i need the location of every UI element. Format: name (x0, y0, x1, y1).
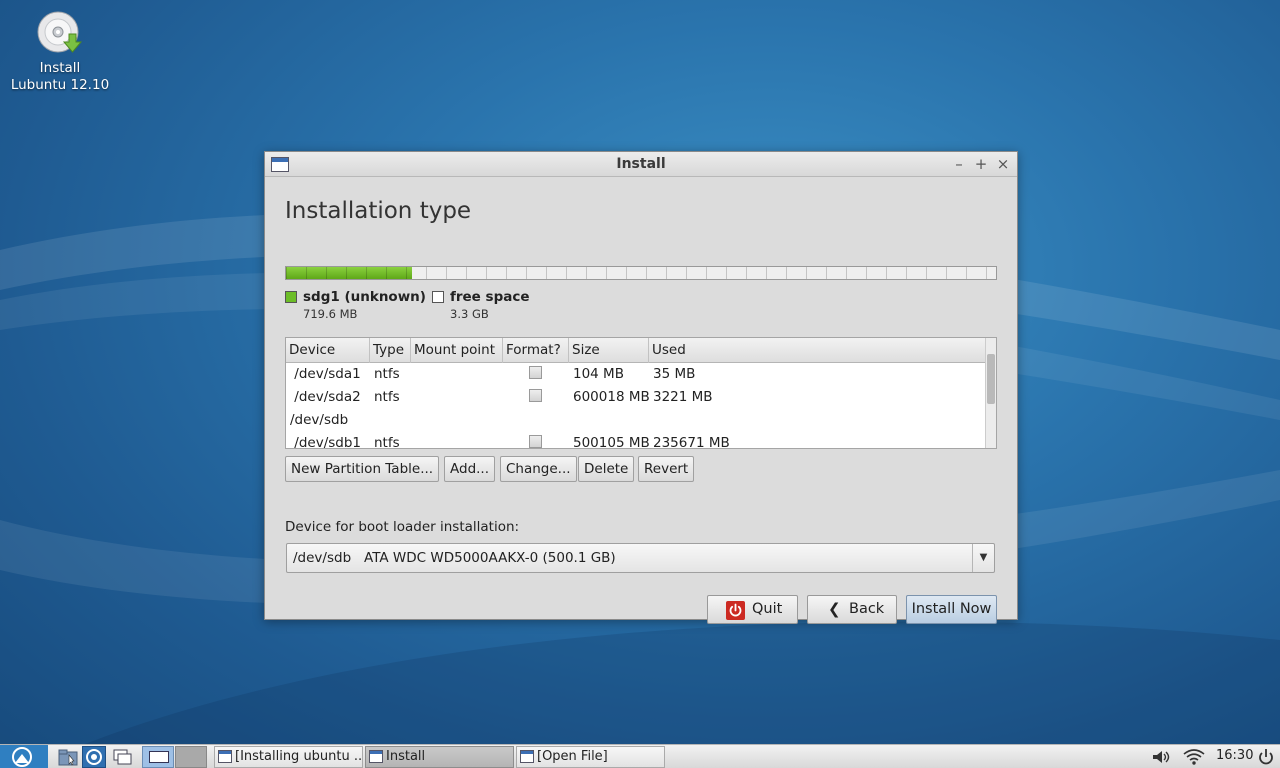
cell-type: ntfs (374, 389, 400, 405)
window-content: Installation type sdg1 (unknown) 719.6 M… (285, 177, 997, 624)
minimize-button[interactable]: – (950, 155, 968, 173)
file-manager-launcher[interactable] (56, 746, 80, 768)
cell-device: /dev/sdb1 (290, 435, 362, 449)
cell-device: /dev/sda1 (290, 366, 361, 382)
scrollbar-thumb[interactable] (987, 354, 995, 404)
task-window-icon (218, 750, 232, 763)
cell-size: 500105 MB (573, 435, 650, 449)
folder-icon (58, 749, 78, 766)
show-desktop-button[interactable] (110, 746, 134, 768)
column-header-device[interactable]: Device (286, 338, 370, 363)
cell-size: 600018 MB (573, 389, 650, 405)
revert-button[interactable]: Revert (638, 456, 695, 482)
wifi-icon[interactable] (1182, 746, 1206, 768)
chevron-left-icon: ❮ (828, 600, 841, 618)
column-header-format[interactable]: Format? (503, 338, 569, 363)
delete-partition-button[interactable]: Delete (578, 456, 635, 482)
workspace-2[interactable] (175, 746, 207, 768)
cell-used: 235671 MB (653, 435, 730, 449)
format-checkbox[interactable] (529, 435, 542, 448)
workspace-window-thumbnail (149, 751, 169, 763)
task-label: [Open File] (537, 749, 608, 764)
table-row[interactable]: /dev/sda1 ntfs 104 MB 35 MB (286, 363, 986, 386)
task-window-icon (369, 750, 383, 763)
back-button[interactable]: ❮ Back (807, 595, 897, 624)
legend-name: free space (450, 289, 530, 305)
boot-loader-select[interactable]: /dev/sdb ATA WDC WD5000AAKX-0 (500.1 GB)… (286, 543, 995, 573)
cell-type: ntfs (374, 435, 400, 449)
task-installing-ubuntu[interactable]: [Installing ubuntu ... (214, 746, 363, 768)
column-header-mount-point[interactable]: Mount point (411, 338, 503, 363)
boot-loader-label: Device for boot loader installation: (285, 519, 520, 535)
install-now-button[interactable]: Install Now (906, 595, 997, 624)
format-checkbox[interactable] (529, 366, 542, 379)
quit-label: Quit (752, 601, 783, 617)
desktop-icon-label-line2: Lubuntu 12.10 (10, 77, 110, 93)
column-header-type[interactable]: Type (370, 338, 411, 363)
table-scrollbar[interactable] (985, 338, 996, 448)
taskbar: [Installing ubuntu ... Install [Open Fil… (0, 744, 1280, 768)
close-button[interactable]: × (994, 155, 1012, 173)
table-row[interactable]: /dev/sdb (286, 409, 986, 432)
lubuntu-logo-icon (12, 747, 32, 767)
cell-used: 3221 MB (653, 389, 713, 405)
power-menu-icon[interactable] (1256, 746, 1276, 768)
cell-device: /dev/sdb (290, 412, 349, 428)
table-header: Device Type Mount point Format? Size Use… (286, 338, 986, 363)
cd-install-icon (37, 10, 83, 56)
page-title: Installation type (285, 198, 472, 224)
clock[interactable]: 16:30 (1216, 748, 1253, 763)
format-checkbox[interactable] (529, 389, 542, 402)
legend-size: 3.3 GB (450, 307, 489, 321)
add-partition-button[interactable]: Add... (444, 456, 496, 482)
window-titlebar[interactable]: Install – + × (265, 152, 1017, 177)
browser-icon (86, 749, 102, 765)
legend-size: 719.6 MB (303, 307, 358, 321)
task-label: [Installing ubuntu ... (235, 749, 363, 764)
desktop-icon-install-lubuntu[interactable]: Install Lubuntu 12.10 (8, 10, 112, 94)
cell-device: /dev/sda2 (290, 389, 361, 405)
window-title: Install (616, 156, 666, 172)
task-install[interactable]: Install (365, 746, 514, 768)
chevron-down-icon[interactable]: ▼ (972, 544, 994, 572)
windows-icon (113, 749, 132, 765)
partition-bar (285, 266, 997, 280)
table-row[interactable]: /dev/sda2 ntfs 600018 MB 3221 MB (286, 386, 986, 409)
task-window-icon (520, 750, 534, 763)
legend-swatch-free (432, 291, 444, 303)
desktop-icon-label-line1: Install (39, 60, 81, 76)
quit-button[interactable]: Quit (707, 595, 798, 624)
legend-swatch-used (285, 291, 297, 303)
volume-icon[interactable] (1150, 746, 1172, 768)
install-window: Install – + × Installation type sdg1 (un… (264, 151, 1018, 624)
cell-size: 104 MB (573, 366, 624, 382)
column-header-size[interactable]: Size (569, 338, 649, 363)
column-header-used[interactable]: Used (649, 338, 986, 363)
start-menu-button[interactable] (0, 745, 48, 768)
partition-table[interactable]: Device Type Mount point Format? Size Use… (285, 337, 997, 449)
maximize-button[interactable]: + (972, 155, 990, 173)
browser-launcher[interactable] (82, 746, 106, 768)
partition-bar-ticks (286, 267, 996, 279)
cell-used: 35 MB (653, 366, 696, 382)
task-open-file[interactable]: [Open File] (516, 746, 665, 768)
workspace-1[interactable] (142, 746, 174, 768)
cell-type: ntfs (374, 366, 400, 382)
task-label: Install (386, 749, 426, 764)
new-partition-table-button[interactable]: New Partition Table... (285, 456, 440, 482)
power-icon (726, 601, 745, 620)
back-label: Back (849, 601, 885, 617)
legend-name: sdg1 (unknown) (303, 289, 426, 305)
table-row[interactable]: /dev/sdb1 ntfs 500105 MB 235671 MB (286, 432, 986, 449)
change-partition-button[interactable]: Change... (500, 456, 577, 482)
boot-loader-selected-value: /dev/sdb ATA WDC WD5000AAKX-0 (500.1 GB) (293, 550, 616, 566)
